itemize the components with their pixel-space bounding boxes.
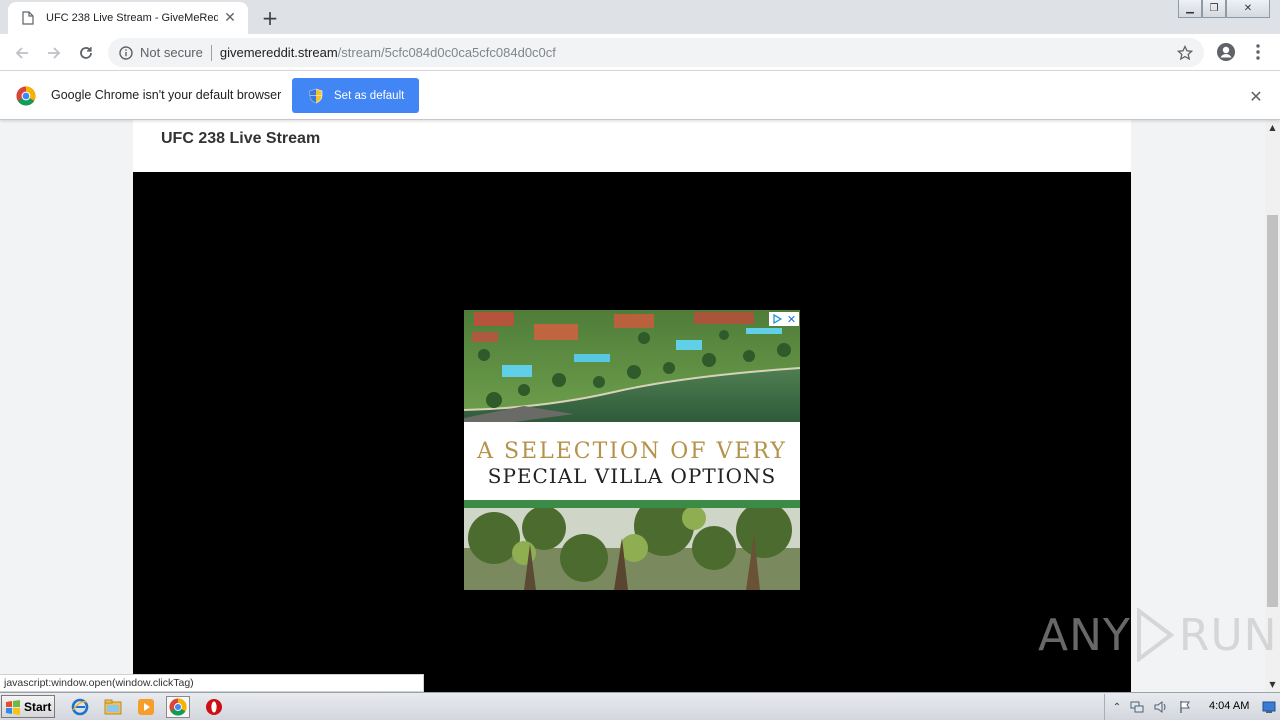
ad-text-band: A SELECTION OF VERY SPECIAL VILLA OPTION… bbox=[464, 422, 800, 500]
internet-explorer-icon[interactable] bbox=[68, 696, 92, 718]
opera-icon[interactable] bbox=[202, 696, 226, 718]
windows-taskbar: Start ⌃ 4:04 AM bbox=[0, 692, 1280, 720]
url-path: /stream/5cfc084d0c0ca5cfc084d0c0cf bbox=[337, 45, 556, 60]
browser-tab[interactable]: UFC 238 Live Stream - GiveMeReddit ✕ bbox=[8, 2, 248, 34]
info-icon[interactable] bbox=[118, 45, 134, 61]
volume-icon[interactable] bbox=[1153, 699, 1169, 715]
show-desktop-icon[interactable] bbox=[1261, 699, 1277, 715]
network-icon[interactable] bbox=[1129, 699, 1145, 715]
scroll-up-arrow-icon[interactable]: ▲ bbox=[1265, 120, 1280, 135]
page-viewport: UFC 238 Live Stream ✕ A SELECTION OF VER… bbox=[0, 120, 1265, 692]
page-icon bbox=[20, 10, 36, 26]
window-close-button[interactable]: ✕ bbox=[1226, 0, 1270, 18]
arrow-right-icon bbox=[48, 47, 61, 59]
tab-strip: UFC 238 Live Stream - GiveMeReddit ✕ + ▁… bbox=[0, 0, 1280, 34]
chrome-logo-icon bbox=[16, 86, 36, 106]
security-label[interactable]: Not secure bbox=[140, 45, 203, 60]
tab-title: UFC 238 Live Stream - GiveMeReddit bbox=[46, 12, 218, 24]
chrome-icon[interactable] bbox=[166, 696, 190, 718]
vertical-scrollbar[interactable]: ▲ ▼ bbox=[1265, 120, 1280, 692]
taskbar-clock[interactable]: 4:04 AM bbox=[1209, 700, 1249, 712]
window-controls: ▁ ❐ ✕ bbox=[1178, 0, 1270, 18]
ad-headline-line2: SPECIAL VILLA OPTIONS bbox=[487, 464, 777, 488]
back-button[interactable] bbox=[9, 40, 35, 66]
page-title: UFC 238 Live Stream bbox=[161, 130, 321, 147]
stream-header-card: UFC 238 Live Stream bbox=[133, 120, 1131, 172]
ad-choices-icon[interactable] bbox=[769, 312, 784, 326]
windows-logo-icon bbox=[6, 699, 20, 715]
show-hidden-icons-icon[interactable]: ⌃ bbox=[1109, 699, 1125, 715]
ad-headline-line1: A SELECTION OF VERY bbox=[477, 439, 787, 464]
link-status-bubble: javascript:window.open(window.clickTag) bbox=[0, 674, 424, 692]
villa-aerial-photo bbox=[464, 310, 800, 422]
garden-trees-photo bbox=[464, 508, 800, 590]
anyrun-watermark: ANY RUN bbox=[1038, 608, 1278, 662]
url-host: givemereddit.stream bbox=[219, 45, 338, 60]
browser-toolbar: Not secure givemereddit.stream /stream/5… bbox=[0, 34, 1280, 71]
reload-button[interactable] bbox=[73, 40, 99, 66]
ad-green-stripe bbox=[464, 500, 800, 508]
set-as-default-button[interactable]: Set as default bbox=[292, 78, 419, 113]
forward-button[interactable] bbox=[41, 40, 67, 66]
watermark-left: ANY bbox=[1038, 609, 1131, 661]
media-player-icon[interactable] bbox=[134, 696, 158, 718]
restore-button[interactable]: ❐ bbox=[1202, 0, 1226, 18]
video-ad-overlay[interactable]: ✕ A SELECTION OF VERY SPECIAL VILLA OPTI… bbox=[464, 310, 800, 590]
windows-explorer-icon[interactable] bbox=[101, 696, 125, 718]
bookmark-star-icon[interactable] bbox=[1176, 44, 1194, 62]
address-bar[interactable]: Not secure givemereddit.stream /stream/5… bbox=[108, 38, 1204, 67]
reload-icon bbox=[80, 47, 92, 59]
scroll-thumb[interactable] bbox=[1267, 215, 1278, 607]
action-center-flag-icon[interactable] bbox=[1177, 699, 1193, 715]
default-browser-infobar: Google Chrome isn't your default browser… bbox=[0, 71, 1280, 120]
infobar-message: Google Chrome isn't your default browser bbox=[51, 88, 282, 102]
new-tab-button[interactable]: + bbox=[258, 6, 282, 30]
arrow-left-icon bbox=[15, 47, 28, 59]
start-button[interactable]: Start bbox=[1, 695, 55, 718]
minimize-button[interactable]: ▁ bbox=[1178, 0, 1202, 18]
watermark-right: RUN bbox=[1178, 609, 1278, 661]
tab-close-icon[interactable]: ✕ bbox=[222, 10, 238, 26]
system-tray: ⌃ 4:04 AM bbox=[1104, 694, 1280, 720]
shield-icon bbox=[309, 88, 323, 103]
ad-close-icon[interactable]: ✕ bbox=[784, 312, 799, 326]
video-player[interactable]: ✕ A SELECTION OF VERY SPECIAL VILLA OPTI… bbox=[133, 172, 1131, 692]
start-label: Start bbox=[24, 699, 52, 714]
scroll-down-arrow-icon[interactable]: ▼ bbox=[1265, 677, 1280, 692]
more-menu-icon[interactable] bbox=[1248, 40, 1268, 64]
omnibox-divider bbox=[210, 44, 212, 61]
play-logo-icon bbox=[1136, 608, 1175, 662]
set-as-default-label: Set as default bbox=[334, 89, 405, 102]
infobar-close-icon[interactable]: ✕ bbox=[1246, 86, 1266, 106]
account-icon[interactable] bbox=[1214, 40, 1238, 64]
